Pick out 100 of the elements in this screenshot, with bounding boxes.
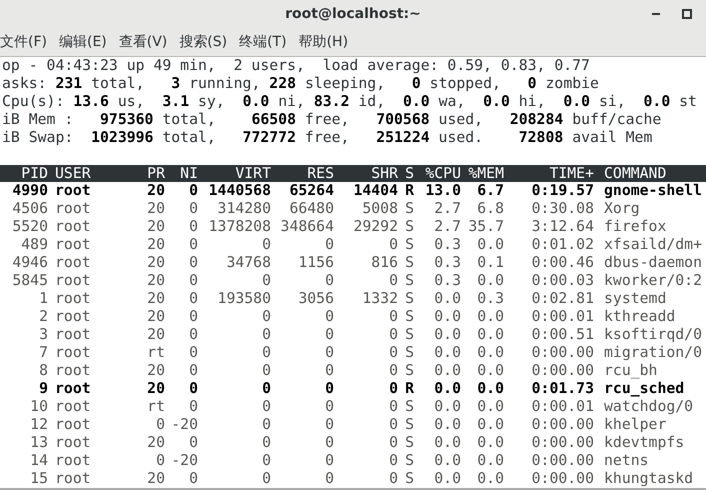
table-cell-text: 0 <box>261 470 271 488</box>
table-cell-text: 816 <box>370 254 398 272</box>
table-cell-text: 20 <box>146 218 165 236</box>
table-cell-text: 0 <box>388 452 398 470</box>
table-cell-text: root <box>54 452 92 470</box>
table-cell-text: root <box>54 398 92 416</box>
table-cell-text: 0 <box>188 470 198 488</box>
table-cell-text: 0.0 <box>433 344 461 362</box>
table-cell-text: 0.3 <box>433 254 461 272</box>
table-cell-text: 0.0 <box>476 470 504 488</box>
table-cell-text: 20 <box>146 308 165 326</box>
table-cell-text: 0:00.00 <box>530 470 594 488</box>
table-cell-text: migration/0 <box>603 344 703 362</box>
summary-line: op - 04:43:23 up 49 min, 2 users, load average: 0.59, 0.83, 0.77 <box>1 57 591 75</box>
table-cell-text: 13 <box>29 434 48 452</box>
menu-item[interactable]: 查看(V) <box>118 32 174 50</box>
table-cell-text: 0.0 <box>476 308 504 326</box>
table-cell-text: 0 <box>261 344 271 362</box>
table-cell-text: 0 <box>388 470 398 488</box>
table-cell-text: 10 <box>29 398 48 416</box>
table-cell-text: 1440568 <box>208 182 271 200</box>
table-cell-text: 0:00.01 <box>530 398 594 416</box>
table-cell-text: 0 <box>261 398 271 416</box>
column-header: PR <box>146 165 165 182</box>
table-cell-text: 0.0 <box>433 362 461 380</box>
table-cell-text: rt <box>146 344 165 362</box>
table-cell-text: 0 <box>388 272 398 290</box>
column-header: VIRT <box>234 165 271 182</box>
column-header: NI <box>179 165 198 182</box>
table-cell-text: dbus-daemon <box>603 254 703 272</box>
table-cell-text: 0 <box>324 434 334 452</box>
table-cell-text: 0 <box>188 398 198 416</box>
menu-item[interactable]: 编辑(E) <box>58 32 113 50</box>
table-cell-text: 0 <box>261 308 271 326</box>
table-cell-text: 8 <box>38 362 48 380</box>
table-cell-text: 0 <box>324 362 334 380</box>
table-cell-text: firefox <box>603 218 668 236</box>
table-cell-text: S <box>404 452 414 470</box>
maximize-icon[interactable] <box>682 8 692 18</box>
table-cell-text: 0.0 <box>433 326 461 344</box>
table-cell-text: 0 <box>188 434 198 452</box>
column-header: RES <box>306 165 334 182</box>
menu-item[interactable]: 终端(T) <box>239 32 293 50</box>
table-cell-text: 9 <box>38 380 48 398</box>
summary-line: iB Mem : 975360 total, 66508 free, 700568 used, 208284 buff/cache <box>1 111 662 129</box>
table-cell-text: watchdog/0 <box>603 398 694 416</box>
table-cell-text: 0 <box>261 380 271 398</box>
table-cell-text: S <box>404 290 414 308</box>
table-cell-text: 20 <box>146 470 165 488</box>
minimize-icon[interactable] <box>652 12 660 15</box>
table-cell-text: 0:00.01 <box>530 308 594 326</box>
table-cell-text: 0 <box>388 416 398 434</box>
table-cell-text: S <box>404 416 414 434</box>
table-cell-text: 0 <box>155 416 165 434</box>
table-cell-text: 6.7 <box>476 182 504 200</box>
table-cell-text: S <box>404 236 414 254</box>
window-title: root@localhost:~ <box>285 6 421 22</box>
table-cell-text: 29292 <box>352 218 398 236</box>
table-cell-text: 0.0 <box>433 290 461 308</box>
table-cell-text: 0 <box>188 182 198 200</box>
table-cell-text: 0:00.00 <box>530 344 594 362</box>
menu-item[interactable]: 文件(F) <box>0 32 53 50</box>
table-cell-text: 3056 <box>297 290 334 308</box>
table-cell-text: 34768 <box>225 254 271 272</box>
table-cell-text: 314280 <box>216 200 271 218</box>
table-cell-text: 20 <box>146 236 165 254</box>
table-cell-text: R <box>404 182 414 200</box>
table-cell-text: 0.0 <box>433 470 461 488</box>
table-cell-text: 0 <box>388 434 398 452</box>
table-cell-text: 0:01.73 <box>530 380 594 398</box>
table-cell-text: 0 <box>261 272 271 290</box>
table-cell-text: 0.0 <box>433 452 461 470</box>
summary-line: iB Swap: 1023996 total, 772772 free, 251224 used. 72808 avail Mem <box>1 129 654 147</box>
table-cell-text: 12 <box>29 416 48 434</box>
table-cell-text: root <box>54 272 92 290</box>
table-cell-text: 0.0 <box>476 452 504 470</box>
table-cell-text: 0.0 <box>476 236 504 254</box>
table-cell-text: 0 <box>324 452 334 470</box>
table-cell-text: 0.3 <box>433 272 461 290</box>
table-cell-text: 1332 <box>361 290 398 308</box>
table-cell-text: 13.0 <box>424 182 461 200</box>
table-cell-text: 0 <box>188 362 198 380</box>
table-cell-text: S <box>404 200 414 218</box>
table-cell-text: 0.3 <box>433 236 461 254</box>
table-cell-text: 20 <box>146 272 165 290</box>
table-cell-text: rcu_bh <box>603 362 658 380</box>
table-cell-text: S <box>404 344 414 362</box>
table-cell-text: 0 <box>388 308 398 326</box>
table-cell-text: 7 <box>38 344 48 362</box>
table-cell-text: 0 <box>324 416 334 434</box>
table-cell-text: 0 <box>188 218 198 236</box>
table-cell-text: 1156 <box>297 254 334 272</box>
table-cell-text: S <box>404 254 414 272</box>
table-cell-text: 0 <box>324 326 334 344</box>
table-cell-text: root <box>54 362 92 380</box>
menu-item[interactable]: 帮助(H) <box>298 32 354 50</box>
menu-item[interactable]: 搜索(S) <box>179 32 234 50</box>
table-cell-text: 0 <box>188 200 198 218</box>
table-cell-text: 2.7 <box>433 200 461 218</box>
table-cell-text: 65264 <box>288 182 334 200</box>
